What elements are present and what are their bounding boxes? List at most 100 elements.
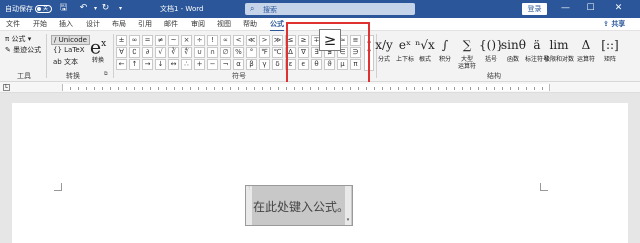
structure-6-icon[interactable]: sinθ bbox=[501, 36, 526, 54]
symbol-button[interactable]: ° bbox=[246, 47, 257, 58]
symbol-button[interactable]: ∝ bbox=[220, 35, 231, 46]
convert-label[interactable]: 转换 bbox=[88, 55, 108, 64]
structure-8-icon[interactable]: lim bbox=[547, 36, 571, 54]
symbol-button[interactable]: γ bbox=[259, 59, 270, 70]
maximize-icon[interactable]: ☐ bbox=[585, 3, 596, 14]
symbol-button[interactable]: ∜ bbox=[181, 47, 192, 58]
ruler-tick bbox=[254, 87, 255, 90]
ruler-tick bbox=[422, 87, 423, 90]
symbol-button[interactable]: ± bbox=[116, 35, 127, 46]
equation-placeholder-box[interactable]: ⋮ 在此处键入公式。 ▾ bbox=[245, 185, 353, 226]
symbol-button[interactable]: √ bbox=[155, 47, 166, 58]
structure-4-icon[interactable]: ∑ bbox=[455, 36, 479, 54]
ruler-tick bbox=[150, 87, 151, 90]
symbol-button[interactable]: ! bbox=[207, 35, 218, 46]
ruler-tick bbox=[230, 87, 231, 90]
symbol-button[interactable]: ∪ bbox=[194, 47, 205, 58]
group-label-symbols: 符号 bbox=[232, 72, 246, 80]
symbol-button[interactable]: ↑ bbox=[129, 59, 140, 70]
symbol-button[interactable]: α bbox=[233, 59, 244, 70]
equation-options-button[interactable]: ▾ bbox=[345, 186, 351, 225]
symbol-button[interactable]: ¬ bbox=[220, 59, 231, 70]
symbol-button[interactable]: ↔ bbox=[168, 59, 179, 70]
ruler-tick bbox=[374, 87, 375, 90]
symbol-button[interactable]: ∁ bbox=[129, 47, 140, 58]
tab-design[interactable]: 设计 bbox=[86, 19, 100, 30]
convert-icon[interactable]: ex bbox=[87, 34, 109, 57]
structure-9-icon[interactable]: Δ bbox=[574, 36, 598, 54]
structure-10-icon[interactable]: [::] bbox=[598, 36, 622, 54]
symbol-button[interactable]: δ bbox=[272, 59, 283, 70]
symbol-button[interactable]: = bbox=[142, 35, 153, 46]
symbol-button[interactable]: ℉ bbox=[259, 47, 270, 58]
redo-icon[interactable]: ↻ bbox=[100, 3, 111, 14]
symbol-button[interactable]: ∅ bbox=[220, 47, 231, 58]
symbol-button[interactable]: ∞ bbox=[129, 35, 140, 46]
text-button[interactable]: ab 文本 bbox=[53, 57, 78, 67]
structure-5-icon[interactable]: {()} bbox=[479, 36, 504, 54]
equation-move-handle[interactable]: ⋮ bbox=[246, 186, 252, 225]
symbol-button[interactable]: ~ bbox=[168, 35, 179, 46]
symbol-button[interactable]: β bbox=[246, 59, 257, 70]
structure-10-label[interactable]: 矩阵 bbox=[594, 56, 626, 63]
equation-placeholder-text[interactable]: 在此处键入公式。 bbox=[253, 198, 349, 215]
symbol-button[interactable]: ← bbox=[116, 59, 127, 70]
ruler-tick bbox=[534, 87, 535, 90]
symbol-button[interactable]: → bbox=[142, 59, 153, 70]
symbol-button[interactable]: ÷ bbox=[194, 35, 205, 46]
symbol-button[interactable]: ≪ bbox=[246, 35, 257, 46]
ruler-tick bbox=[358, 87, 359, 90]
symbol-button[interactable]: ∀ bbox=[116, 47, 127, 58]
tab-selector-icon[interactable]: L bbox=[3, 84, 10, 91]
symbol-button[interactable]: ∛ bbox=[168, 47, 179, 58]
symbol-button[interactable]: ∩ bbox=[207, 47, 218, 58]
symbol-button[interactable]: × bbox=[181, 35, 192, 46]
unicode-button[interactable]: ∕ Unicode bbox=[51, 35, 90, 45]
symbol-button[interactable]: ∂ bbox=[142, 47, 153, 58]
tab-view[interactable]: 视图 bbox=[217, 19, 231, 30]
undo-icon[interactable]: ↶ bbox=[78, 3, 89, 14]
autosave-toggle[interactable]: 关 bbox=[35, 5, 52, 13]
symbol-button[interactable]: − bbox=[207, 59, 218, 70]
insert-equation-button[interactable]: π 公式 ▾ bbox=[5, 34, 31, 44]
symbol-button[interactable]: > bbox=[259, 35, 270, 46]
ruler-tick bbox=[302, 87, 303, 90]
tab-review[interactable]: 审阅 bbox=[191, 19, 205, 30]
ruler-tick bbox=[78, 87, 79, 90]
login-button[interactable]: 登录 bbox=[522, 3, 547, 15]
ruler-tick bbox=[334, 87, 335, 90]
tab-mailings[interactable]: 邮件 bbox=[164, 19, 178, 30]
tab-layout[interactable]: 布局 bbox=[112, 19, 126, 30]
structure-3-icon[interactable]: ∫ bbox=[433, 36, 457, 54]
structure-7-icon[interactable]: ä bbox=[525, 36, 549, 54]
share-button[interactable]: ⇪ 共享 bbox=[603, 19, 625, 29]
toggle-knob bbox=[37, 7, 41, 11]
tab-help[interactable]: 帮助 bbox=[243, 19, 257, 30]
symbol-button[interactable]: < bbox=[233, 35, 244, 46]
symbol-button[interactable]: ≠ bbox=[155, 35, 166, 46]
latex-button[interactable]: {} LaTeX bbox=[53, 46, 85, 54]
tab-home[interactable]: 开始 bbox=[33, 19, 47, 30]
close-icon[interactable]: ✕ bbox=[613, 3, 624, 14]
ruler-tick bbox=[318, 87, 319, 90]
tab-file[interactable]: 文件 bbox=[6, 19, 20, 30]
ruler-tick bbox=[262, 87, 263, 90]
ruler-tick bbox=[206, 87, 207, 90]
save-icon[interactable]: 🖫 bbox=[58, 3, 69, 14]
search-box[interactable]: ⌕ 搜索 bbox=[245, 3, 415, 15]
symbol-button[interactable]: ∴ bbox=[181, 59, 192, 70]
ruler-page-area[interactable] bbox=[62, 84, 550, 91]
symbol-button[interactable]: ≫ bbox=[272, 35, 283, 46]
ink-equation-button[interactable]: ✎ 墨迹公式 bbox=[5, 45, 41, 55]
symbol-button[interactable]: ℃ bbox=[272, 47, 283, 58]
customize-toolbar-icon[interactable]: ▾ bbox=[115, 3, 126, 14]
group-label-tools: 工具 bbox=[17, 72, 31, 80]
minimize-icon[interactable]: — bbox=[560, 3, 571, 14]
symbol-button[interactable]: ↓ bbox=[155, 59, 166, 70]
dialog-launcher-icon[interactable]: ⧉ bbox=[104, 71, 108, 77]
symbol-button[interactable]: + bbox=[194, 59, 205, 70]
highlight-rectangle bbox=[286, 22, 370, 89]
tab-references[interactable]: 引用 bbox=[138, 19, 152, 30]
tab-insert[interactable]: 插入 bbox=[59, 19, 73, 30]
symbol-button[interactable]: % bbox=[233, 47, 244, 58]
